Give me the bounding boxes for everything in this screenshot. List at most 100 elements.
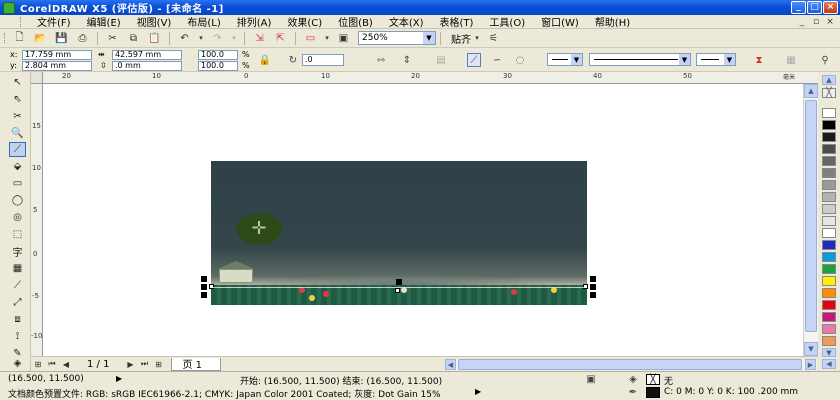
maximize-button[interactable]: □ (807, 1, 822, 14)
zoom-tool-icon[interactable]: 🔍 (9, 126, 26, 141)
doc-minimize-button[interactable]: _ (796, 16, 808, 27)
rectangle-tool-icon[interactable]: ▭ (9, 176, 26, 191)
open-folder-icon[interactable]: 📂 (32, 31, 49, 46)
palette-swatch[interactable] (822, 336, 836, 346)
horizontal-scroll-thumb[interactable] (458, 359, 802, 370)
redo-dropdown-arrow-icon[interactable]: ▾ (230, 31, 238, 46)
curve-close-icon[interactable]: ◌ (513, 53, 527, 67)
x-position-input[interactable]: 17.759 mm (22, 50, 92, 60)
menu-window[interactable]: 窗口(W) (533, 14, 587, 29)
connector-tool-icon[interactable]: ⤢ (9, 295, 26, 310)
first-page-icon[interactable]: ⏮ (45, 359, 59, 369)
selection-handle[interactable] (201, 276, 207, 282)
palette-swatch[interactable] (822, 312, 836, 322)
copy-icon[interactable]: ⧉ (125, 31, 142, 46)
palette-swatch[interactable] (822, 132, 836, 142)
palette-swatch[interactable] (822, 204, 836, 214)
text-tool-icon[interactable]: 字 (9, 244, 26, 259)
palette-swatch[interactable] (822, 252, 836, 262)
ruler-origin-corner[interactable] (31, 72, 43, 84)
palette-scroll-up-icon[interactable]: ▲ (822, 75, 836, 85)
blend-tool-icon[interactable]: ⧈ (9, 312, 26, 327)
freehand-tool-icon[interactable]: ⟋ (9, 142, 26, 157)
chevron-down-icon[interactable]: ▼ (679, 54, 690, 65)
scroll-up-icon[interactable]: ▲ (804, 84, 818, 98)
palette-swatch[interactable] (822, 180, 836, 190)
page-tab[interactable]: 页 1 (171, 357, 221, 371)
palette-swatch[interactable] (822, 156, 836, 166)
undo-icon[interactable]: ↶ (176, 31, 193, 46)
scroll-down-icon[interactable]: ▼ (804, 342, 818, 356)
menu-tools[interactable]: 工具(O) (481, 14, 533, 29)
menu-view[interactable]: 视图(V) (129, 14, 180, 29)
menu-edit[interactable]: 编辑(E) (79, 14, 129, 29)
cut-icon[interactable]: ✂ (104, 31, 121, 46)
lock-ratio-icon[interactable]: 🔒 (258, 53, 272, 67)
import-icon[interactable]: ⇲ (251, 31, 268, 46)
selection-handle[interactable] (590, 276, 596, 282)
shape-tool-icon[interactable]: ⇖ (9, 92, 26, 107)
no-color-swatch-icon[interactable]: ╳ (822, 88, 836, 98)
menu-help[interactable]: 帮助(H) (587, 14, 638, 29)
undo-dropdown-arrow-icon[interactable]: ▾ (197, 31, 205, 46)
outline-style-select[interactable]: ▼ (589, 53, 691, 66)
menu-layout[interactable]: 布局(L) (179, 14, 228, 29)
palette-swatch[interactable] (822, 276, 836, 286)
drawing-canvas[interactable]: ✛ (43, 84, 803, 356)
color-profile-info[interactable]: 文档颜色预置文件: RGB: sRGB IEC61966-2.1; CMYK: … (8, 387, 441, 400)
rotation-icon[interactable]: ↻ (286, 53, 300, 67)
table-tool-icon[interactable]: ▦ (9, 261, 26, 276)
straight-line-mode-icon[interactable]: ⟋ (467, 53, 481, 67)
chevron-down-icon[interactable]: ▼ (571, 54, 582, 65)
horizontal-ruler[interactable]: 20 10 0 10 20 30 40 50 毫米 (31, 72, 818, 84)
profile-expand-icon[interactable]: ▶ (475, 387, 481, 396)
vertical-ruler[interactable]: 15 10 5 0 -5 -10 (31, 84, 43, 356)
height-input[interactable]: .0 mm (112, 61, 182, 71)
polygon-tool-icon[interactable]: ◎ (9, 210, 26, 225)
export-icon[interactable]: ⇱ (272, 31, 289, 46)
chevron-down-icon[interactable]: ▼ (724, 54, 735, 65)
menu-file[interactable]: 文件(F) (29, 14, 79, 29)
fill-none-swatch-icon[interactable]: ╳ (646, 374, 660, 385)
launcher-dropdown-arrow-icon[interactable]: ▾ (323, 31, 331, 46)
eyedropper-tool-icon[interactable]: ⟟ (9, 329, 26, 344)
palette-swatch[interactable] (822, 192, 836, 202)
menu-effects[interactable]: 效果(C) (279, 14, 330, 29)
dimension-tool-icon[interactable]: ⟋ (9, 278, 26, 293)
palette-swatch[interactable] (822, 228, 836, 238)
fill-tool-icon[interactable]: ◈ (9, 356, 26, 371)
toolbar-grip-handle[interactable] (4, 33, 7, 43)
ellipse-tool-icon[interactable]: ◯ (9, 193, 26, 208)
palette-swatch[interactable] (822, 168, 836, 178)
last-page-icon[interactable]: ⏭ (137, 359, 151, 369)
minimize-button[interactable]: _ (791, 1, 806, 14)
pick-tool-icon[interactable]: ↖ (9, 75, 26, 90)
palette-swatch[interactable] (822, 300, 836, 310)
outline-color-swatch[interactable] (646, 387, 660, 398)
selection-handle[interactable] (201, 284, 207, 290)
chevron-down-icon[interactable]: ▼ (423, 32, 435, 44)
start-arrowhead-select[interactable]: ▼ (547, 53, 583, 66)
scroll-left-icon[interactable]: ◀ (445, 359, 456, 370)
snap-dropdown-arrow-icon[interactable]: ▾ (473, 31, 481, 46)
doc-close-button[interactable]: × (824, 16, 836, 27)
welcome-screen-icon[interactable]: ▣ (335, 31, 352, 46)
smart-fill-tool-icon[interactable]: ⬙ (9, 159, 26, 174)
curve-mode-icon[interactable]: ∽ (490, 53, 504, 67)
palette-scroll-down-icon[interactable]: ▼ (822, 348, 836, 357)
coordinates-expand-icon[interactable]: ▶ (116, 374, 122, 383)
selection-handle[interactable] (590, 284, 596, 290)
line-midpoint-node[interactable] (395, 288, 400, 293)
selection-handle[interactable] (396, 279, 402, 285)
palette-swatch[interactable] (822, 240, 836, 250)
save-icon[interactable]: 💾 (53, 31, 70, 46)
print-icon[interactable]: ⎙ (74, 31, 91, 46)
menu-table[interactable]: 表格(T) (432, 14, 482, 29)
previous-page-icon[interactable]: ◀ (59, 360, 73, 369)
doc-restore-button[interactable]: ▫ (810, 16, 822, 27)
next-page-icon[interactable]: ▶ (123, 360, 137, 369)
palette-swatch[interactable] (822, 120, 836, 130)
vertical-scroll-thumb[interactable] (805, 100, 817, 332)
options-icon[interactable]: ⚲ (818, 53, 832, 67)
horizontal-scrollbar[interactable]: ◀ ▶ (445, 359, 817, 370)
